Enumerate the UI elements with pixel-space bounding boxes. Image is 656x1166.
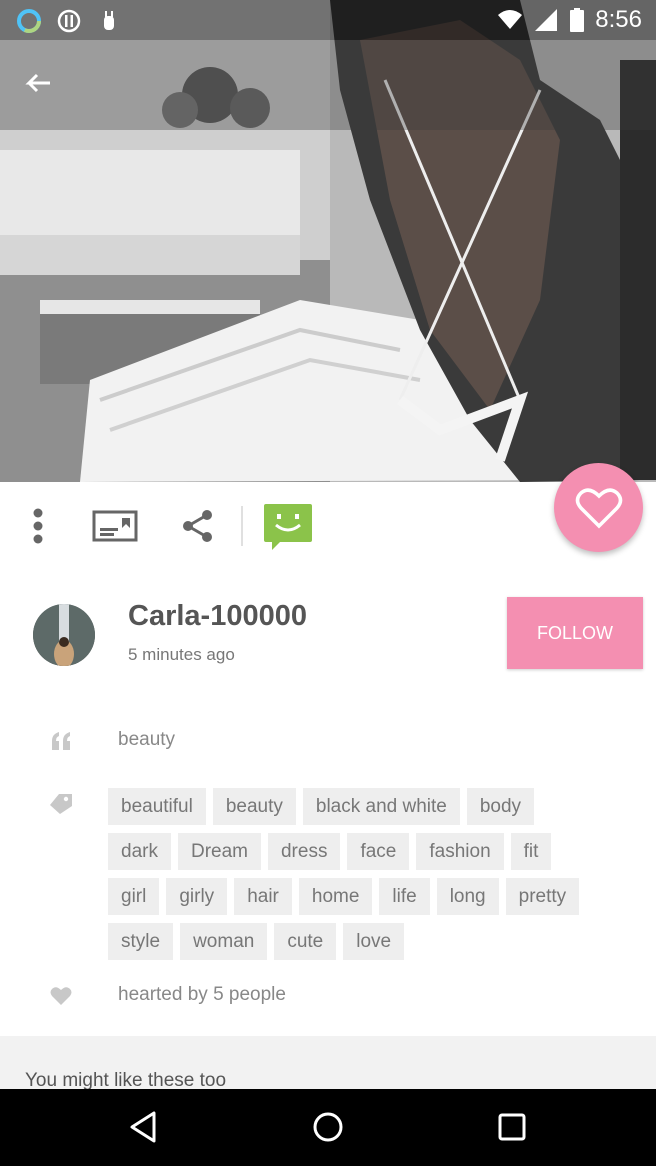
tag-chip[interactable]: home [298,878,373,915]
quote-icon [52,732,70,750]
tag-chip[interactable]: Dream [177,833,261,870]
more-vert-icon [33,508,43,544]
smiley-chat-icon [264,504,312,550]
post-image[interactable] [0,0,656,482]
share-button[interactable] [180,508,216,544]
related-title: You might like these too [25,1070,227,1090]
tag-chip[interactable]: life [379,878,430,915]
tag-chip[interactable]: black and white [302,788,460,825]
avatar-image [33,604,95,666]
tag-chip[interactable]: beautiful [108,788,206,825]
author-name[interactable]: Carla-100000 [128,600,307,633]
toolbar-overlay [0,40,656,130]
tag-chip[interactable]: girly [166,878,228,915]
tag-icon [50,794,72,814]
android-debug-icon [104,11,114,30]
tag-chip[interactable]: dark [108,833,171,870]
nav-recents-icon [498,1113,526,1141]
save-to-board-button[interactable] [92,508,138,544]
status-time: 8:56 [595,6,642,33]
notification-icons [16,8,122,34]
more-options-button[interactable] [24,504,52,548]
nav-home-button[interactable] [308,1107,348,1147]
tag-chip[interactable]: long [436,878,499,915]
signal-icon [535,9,558,31]
tag-chip[interactable]: style [108,923,174,960]
nav-back-icon [130,1111,156,1143]
tag-chip[interactable]: woman [180,923,268,960]
wifi-icon [498,10,523,29]
comment-button[interactable] [262,503,314,551]
ring-app-icon [17,9,41,33]
nav-back-button[interactable] [124,1107,164,1147]
share-icon [183,510,212,542]
hearted-by-count[interactable]: hearted by 5 people [118,984,286,1006]
post-time: 5 minutes ago [128,645,235,664]
heart-button[interactable] [554,463,643,552]
tag-chip[interactable]: cute [274,923,337,960]
tag-chip[interactable]: fit [510,833,552,870]
arrow-back-icon [25,73,50,93]
status-bar: 8:56 [0,0,656,40]
info-circle-icon [57,9,81,33]
back-button[interactable] [18,64,58,104]
related-section: You might like these too [0,1036,656,1090]
nav-home-icon [313,1112,343,1142]
board-icon [92,510,138,542]
follow-button[interactable]: FOLLOW [507,597,643,669]
heart-filled-icon [50,987,72,1005]
tag-chip[interactable]: face [347,833,410,870]
tag-list: beautiful beauty black and white body da… [108,788,598,960]
tag-chip[interactable]: fashion [416,833,504,870]
nav-recents-button[interactable] [492,1107,532,1147]
system-icons: 8:56 [497,6,642,34]
tag-chip[interactable]: girl [108,878,160,915]
battery-icon [570,8,585,32]
tag-chip[interactable]: hair [234,878,292,915]
tag-chip[interactable]: body [466,788,535,825]
tag-chip[interactable]: dress [267,833,341,870]
action-divider [241,506,243,546]
tag-chip[interactable]: beauty [212,788,296,825]
tag-chip[interactable]: pretty [505,878,580,915]
post-description: beauty [118,729,176,750]
author-avatar[interactable] [33,604,95,666]
heart-outline-icon [575,487,622,528]
tag-chip[interactable]: love [343,923,405,960]
